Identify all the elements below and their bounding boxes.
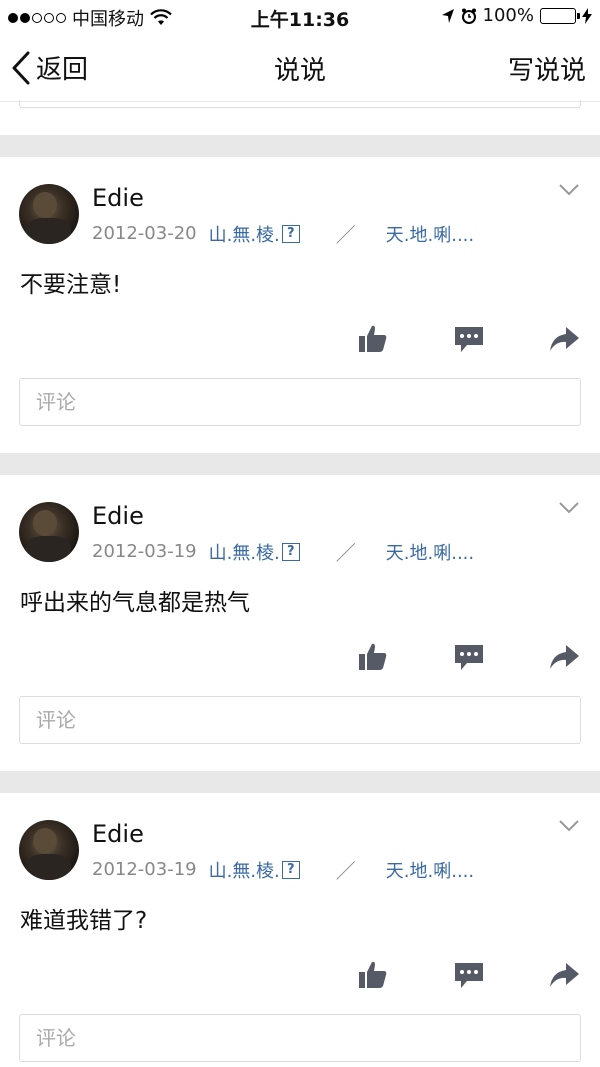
chevron-down-icon[interactable] (558, 501, 580, 515)
post-meta: 2012-03-20 山.無.棱. ? ／ 天.地.唎.... (92, 219, 474, 248)
thumbs-up-icon[interactable] (357, 323, 389, 355)
post-content: 呼出来的气息都是热气 (20, 590, 250, 616)
post-date: 2012-03-20 (92, 223, 197, 244)
post-meta: 2012-03-19 山.無.棱. ? ／ 天.地.唎.... (92, 537, 474, 566)
source-link[interactable]: 山.無.棱. (209, 539, 280, 565)
target-link[interactable]: 天.地.唎.... (386, 221, 474, 247)
post-card: Edie 2012-03-19 山.無.棱. ? ／ 天.地.唎.... 难道我… (0, 793, 600, 1067)
share-icon[interactable] (548, 641, 580, 673)
charging-bolt-icon (582, 7, 592, 24)
thumbs-up-icon[interactable] (357, 641, 389, 673)
post-card: Edie 2012-03-19 山.無.棱. ? ／ 天.地.唎.... 呼出来… (0, 475, 600, 771)
slash-divider: ／ (335, 223, 356, 247)
comment-icon[interactable] (453, 959, 485, 991)
location-arrow-icon (441, 8, 454, 23)
post-date: 2012-03-19 (92, 541, 197, 562)
comment-icon[interactable] (453, 323, 485, 355)
avatar[interactable] (19, 184, 79, 244)
previous-comment-input[interactable] (19, 100, 581, 108)
post-date: 2012-03-19 (92, 859, 197, 880)
post-meta: 2012-03-19 山.無.棱. ? ／ 天.地.唎.... (92, 855, 474, 884)
alarm-icon (461, 8, 476, 24)
target-link[interactable]: 天.地.唎.... (386, 539, 474, 565)
comment-input[interactable]: 评论 (19, 1014, 581, 1062)
battery-percent: 100% (482, 5, 534, 26)
chevron-down-icon[interactable] (558, 183, 580, 197)
share-icon[interactable] (548, 959, 580, 991)
source-link[interactable]: 山.無.棱. (209, 221, 280, 247)
avatar[interactable] (19, 502, 79, 562)
post-content: 难道我错了? (20, 908, 148, 934)
comment-input[interactable]: 评论 (19, 696, 581, 744)
source-badge: ? (281, 542, 300, 561)
section-divider (0, 135, 600, 157)
battery-icon (540, 7, 580, 24)
post-card: Edie 2012-03-20 山.無.棱. ? ／ 天.地.唎.... 不要注… (0, 157, 600, 453)
write-post-button[interactable]: 写说说 (508, 50, 586, 87)
slash-divider: ／ (335, 541, 356, 565)
chevron-down-icon[interactable] (558, 819, 580, 833)
section-divider (0, 453, 600, 475)
comment-input[interactable]: 评论 (19, 378, 581, 426)
thumbs-up-icon[interactable] (357, 959, 389, 991)
source-badge: ? (281, 224, 300, 243)
post-content: 不要注意! (20, 272, 122, 298)
slash-divider: ／ (335, 859, 356, 883)
share-icon[interactable] (548, 323, 580, 355)
status-bar: 中国移动 上午11:36 100% (0, 0, 600, 32)
author-name[interactable]: Edie (92, 502, 144, 530)
status-right: 100% (441, 5, 592, 26)
target-link[interactable]: 天.地.唎.... (386, 857, 474, 883)
nav-bar: 返回 说说 写说说 (0, 32, 600, 102)
author-name[interactable]: Edie (92, 184, 144, 212)
author-name[interactable]: Edie (92, 820, 144, 848)
source-link[interactable]: 山.無.棱. (209, 857, 280, 883)
section-divider (0, 771, 600, 793)
source-badge: ? (281, 860, 300, 879)
comment-icon[interactable] (453, 641, 485, 673)
avatar[interactable] (19, 820, 79, 880)
